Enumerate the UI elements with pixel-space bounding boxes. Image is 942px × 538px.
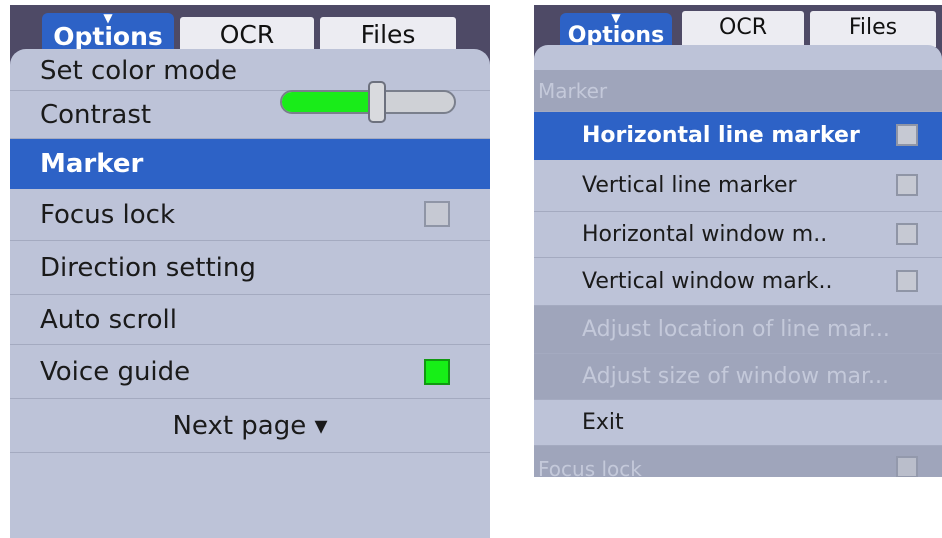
caret-down-icon: ▼: [103, 11, 113, 25]
menu-item-focus-lock: Focus lock: [534, 446, 942, 477]
horizontal-window-marker-checkbox[interactable]: [896, 223, 918, 245]
tab-options[interactable]: ▼ Options: [42, 11, 174, 51]
menu-item-label: Focus lock: [538, 457, 642, 477]
menu-footer: [10, 453, 490, 538]
menu-item-focus-lock[interactable]: Focus lock: [10, 189, 490, 241]
tab-files[interactable]: Files: [320, 17, 456, 51]
tab-ocr-label: OCR: [219, 20, 275, 49]
menu-item-label: Vertical line marker: [582, 173, 797, 198]
menu-item-vertical-window-marker[interactable]: Vertical window mark..: [534, 258, 942, 306]
menu-item-marker[interactable]: Marker: [10, 139, 490, 189]
menu-item-vertical-line-marker[interactable]: Vertical line marker: [534, 160, 942, 212]
tab-ocr[interactable]: OCR: [180, 17, 314, 51]
caret-down-icon: ▼: [611, 11, 621, 25]
menu-item-label: Horizontal window m..: [582, 222, 828, 247]
menu-item-adjust-line-location: Adjust location of line mar...: [534, 306, 942, 354]
menu-item-adjust-window-size: Adjust size of window mar...: [534, 354, 942, 400]
menu-item-label: Adjust location of line mar...: [582, 317, 890, 342]
submenu-header-marker: Marker: [534, 70, 942, 112]
contrast-slider-fill: [282, 92, 379, 112]
menu-item-label: Voice guide: [40, 356, 191, 387]
menu-item-label: Adjust size of window mar...: [582, 364, 889, 389]
focus-lock-checkbox: [896, 456, 918, 477]
focus-lock-checkbox[interactable]: [424, 201, 450, 227]
submenu-header-label: Marker: [538, 78, 608, 103]
menu-item-label: Contrast: [40, 99, 152, 130]
options-menu-panel: ▼ Options OCR Files Set color mode Contr…: [10, 5, 490, 538]
menu-item-voice-guide[interactable]: Voice guide: [10, 345, 490, 399]
marker-submenu-list: Marker Horizontal line marker Vertical l…: [534, 45, 942, 477]
menu-item-auto-scroll[interactable]: Auto scroll: [10, 295, 490, 345]
vertical-window-marker-checkbox[interactable]: [896, 270, 918, 292]
menu-item-label: Vertical window mark..: [582, 269, 833, 294]
tab-files[interactable]: Files: [810, 11, 936, 47]
options-menu-list: Set color mode Contrast Marker Focus loc…: [10, 49, 490, 538]
next-page-button[interactable]: Next page ▾: [10, 399, 490, 453]
tab-ocr[interactable]: OCR: [682, 11, 804, 47]
menu-item-label: Auto scroll: [40, 304, 177, 335]
vertical-line-marker-checkbox[interactable]: [896, 174, 918, 196]
next-page-label: Next page ▾: [172, 410, 328, 441]
contrast-slider-thumb[interactable]: [367, 81, 386, 123]
marker-submenu-panel: ▼ Options OCR Files Marker Horizontal li…: [534, 5, 942, 477]
menu-item-set-color-mode[interactable]: Set color mode: [10, 51, 490, 91]
menu-item-direction-setting[interactable]: Direction setting: [10, 241, 490, 295]
menu-item-label: Horizontal line marker: [582, 123, 860, 148]
tab-ocr-label: OCR: [719, 15, 767, 40]
menu-item-label: Focus lock: [40, 199, 176, 230]
menu-item-horizontal-line-marker[interactable]: Horizontal line marker: [534, 112, 942, 160]
tab-options-label: Options: [53, 22, 163, 51]
horizontal-line-marker-checkbox[interactable]: [896, 124, 918, 146]
menu-item-exit[interactable]: Exit: [534, 400, 942, 446]
menu-item-label: Marker: [40, 148, 144, 179]
tab-bar: ▼ Options OCR Files: [10, 5, 490, 51]
voice-guide-checkbox[interactable]: [424, 359, 450, 385]
tab-files-label: Files: [360, 20, 416, 49]
menu-item-label: Exit: [582, 410, 624, 435]
menu-item-label: Direction setting: [40, 252, 256, 283]
menu-item-horizontal-window-marker[interactable]: Horizontal window m..: [534, 212, 942, 258]
tab-files-label: Files: [848, 15, 898, 40]
menu-item-label: Set color mode: [40, 55, 237, 86]
